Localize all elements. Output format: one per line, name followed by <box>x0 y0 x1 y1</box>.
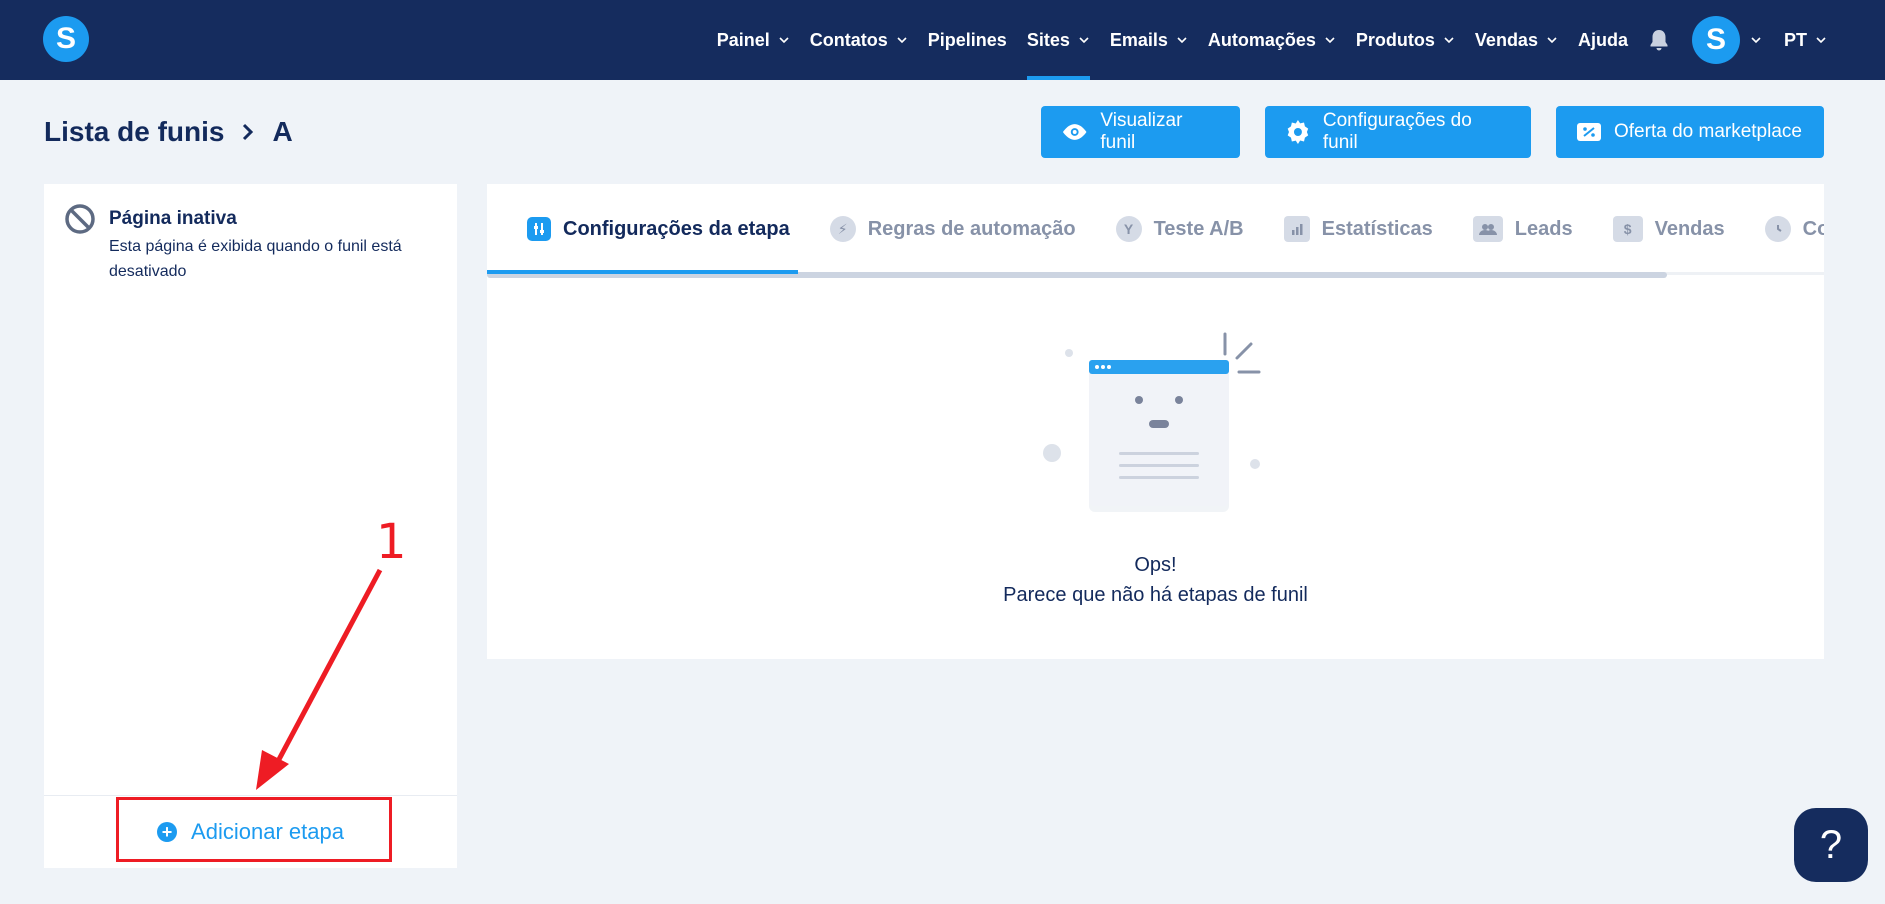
funnel-settings-button[interactable]: Configurações do funil <box>1265 106 1531 158</box>
users-icon <box>1472 216 1503 242</box>
annotation-number: 1 <box>376 514 407 570</box>
nav-item-automacoes[interactable]: Automações <box>1208 0 1336 80</box>
chevron-down-icon <box>1816 37 1826 44</box>
chevron-down-icon <box>1325 37 1335 44</box>
nav-item-ajuda[interactable]: Ajuda <box>1578 0 1628 80</box>
step-details-panel: Configurações da etapa ⚡ Regras de automa… <box>487 184 1824 659</box>
tab-automation-rules[interactable]: ⚡ Regras de automação <box>810 184 1096 274</box>
main-nav: Painel Contatos Pipelines Sites Emails A… <box>697 0 1827 80</box>
empty-state-title: Ops! <box>1134 554 1177 576</box>
view-funnel-button[interactable]: Visualizar funil <box>1041 106 1240 158</box>
top-navigation-bar: S Painel Contatos Pipelines Sites Emails… <box>0 0 1885 80</box>
nav-label: Vendas <box>1474 29 1538 50</box>
nav-item-produtos[interactable]: Produtos <box>1356 0 1455 80</box>
tab-label: Configurações da etapa <box>563 217 790 240</box>
gear-icon <box>1287 120 1309 144</box>
nav-label: Automações <box>1207 29 1316 50</box>
tab-label: Leads <box>1514 217 1573 240</box>
breadcrumb-current: A <box>272 116 293 147</box>
nav-item-emails[interactable]: Emails <box>1110 0 1188 80</box>
dollar-icon: $ <box>1612 216 1643 242</box>
nav-item-pipelines[interactable]: Pipelines <box>928 0 1007 80</box>
chevron-down-icon <box>897 37 907 44</box>
empty-state-illustration <box>1043 332 1261 512</box>
nav-item-contatos[interactable]: Contatos <box>810 0 908 80</box>
brand-logo[interactable]: S <box>43 16 89 62</box>
nav-label: Sites <box>1026 29 1070 50</box>
sliders-icon <box>527 217 551 241</box>
tab-label: Teste A/B <box>1153 217 1244 240</box>
inactive-page-description: Esta página é exibida quando o funil est… <box>109 238 402 280</box>
chevron-down-icon <box>1444 37 1454 44</box>
bar-chart-icon <box>1283 216 1310 242</box>
ban-icon <box>65 204 95 234</box>
chevron-down-icon <box>1177 37 1187 44</box>
tab-leads[interactable]: Leads <box>1453 184 1593 274</box>
user-avatar[interactable]: S <box>1691 16 1740 64</box>
active-tab-indicator <box>487 270 798 274</box>
tab-label: Vendas <box>1654 217 1725 240</box>
funnel-settings-label: Configurações do funil <box>1322 110 1472 153</box>
nav-label: Contatos <box>809 29 888 50</box>
nav-item-sites[interactable]: Sites <box>1026 0 1090 80</box>
chevron-right-icon <box>243 123 254 141</box>
tab-label: Estatísticas <box>1321 217 1433 240</box>
split-icon: Y <box>1115 216 1142 242</box>
marketplace-offer-button[interactable]: Oferta do marketplace <box>1556 106 1824 158</box>
breadcrumb-parent-link[interactable]: Lista de funis <box>44 116 224 148</box>
empty-state-description: Parece que não há etapas de funil <box>1003 584 1308 606</box>
step-tabs: Configurações da etapa ⚡ Regras de automa… <box>487 184 1824 274</box>
chevron-down-icon[interactable] <box>1750 34 1762 46</box>
tab-sales[interactable]: $ Vendas <box>1593 184 1745 274</box>
tab-ab-test[interactable]: Y Teste A/B <box>1096 184 1264 274</box>
marketplace-offer-label: Oferta do marketplace <box>1614 121 1802 142</box>
nav-label: Emails <box>1109 29 1168 50</box>
view-funnel-label: Visualizar funil <box>1100 110 1183 153</box>
nav-item-vendas[interactable]: Vendas <box>1475 0 1558 80</box>
nav-label: Painel <box>716 29 770 50</box>
chevron-down-icon <box>779 37 789 44</box>
breadcrumb: Lista de funis A <box>44 116 293 148</box>
bolt-icon: ⚡ <box>829 216 856 242</box>
annotation-highlight-box <box>116 797 392 862</box>
chevron-down-icon <box>1547 37 1557 44</box>
chevron-down-icon <box>1079 37 1089 44</box>
help-button[interactable]: ? <box>1794 808 1868 882</box>
clock-icon <box>1764 216 1791 242</box>
eye-icon <box>1062 124 1087 140</box>
discount-ticket-icon <box>1577 123 1601 141</box>
language-label: PT <box>1783 29 1807 50</box>
tab-config[interactable]: Config <box>1745 184 1824 274</box>
tab-label: Regras de automação <box>867 217 1076 240</box>
bell-icon[interactable] <box>1648 28 1670 52</box>
inactive-page-title[interactable]: Página inativa <box>109 208 237 230</box>
tab-step-settings[interactable]: Configurações da etapa <box>487 184 810 274</box>
tab-statistics[interactable]: Estatísticas <box>1264 184 1453 274</box>
nav-item-painel[interactable]: Painel <box>717 0 790 80</box>
language-selector[interactable]: PT <box>1784 0 1827 80</box>
tab-label: Config <box>1802 217 1824 240</box>
nav-label: Pipelines <box>927 29 1007 50</box>
nav-label: Ajuda <box>1577 29 1628 50</box>
nav-label: Produtos <box>1355 29 1435 50</box>
